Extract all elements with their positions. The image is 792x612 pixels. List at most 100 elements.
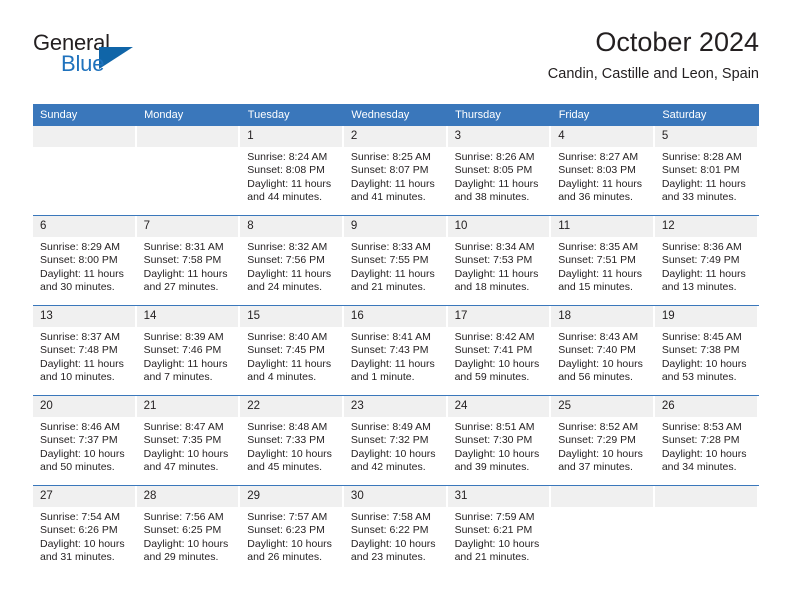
sunset-text: Sunset: 6:23 PM <box>247 524 325 537</box>
calendar-day-cell[interactable]: 14 Sunrise: 8:39 AM Sunset: 7:46 PM Dayligh… <box>136 305 241 396</box>
calendar-day-cell[interactable]: 13 Sunrise: 8:37 AM Sunset: 7:48 PM Dayligh… <box>33 305 137 396</box>
sunrise-text: Sunrise: 8:24 AM <box>247 151 328 163</box>
daylight-text-line1: Daylight: 11 hours <box>558 177 643 190</box>
daylight-text-line2: and 15 minutes. <box>558 281 633 294</box>
day-number <box>136 126 239 147</box>
calendar-day-cell[interactable]: 27 Sunrise: 7:54 AM Sunset: 6:26 PM Dayligh… <box>33 485 137 575</box>
sunset-text: Sunset: 8:05 PM <box>454 164 533 177</box>
day-number: 1 <box>240 126 342 147</box>
sunrise-text: Sunrise: 8:35 AM <box>558 241 639 253</box>
day-details: Sunrise: 8:49 AM Sunset: 7:32 PM Daylight:… <box>344 417 448 475</box>
calendar-day-cell[interactable]: 8 Sunrise: 8:32 AM Sunset: 7:56 PM Daylight… <box>240 215 344 306</box>
sunrise-text: Sunrise: 8:52 AM <box>558 421 639 433</box>
sunrise-text: Sunrise: 8:49 AM <box>350 421 431 433</box>
calendar-day-cell[interactable]: 4 Sunrise: 8:27 AM Sunset: 8:03 PM Daylight… <box>551 126 655 216</box>
calendar-day-cell[interactable]: 21 Sunrise: 8:47 AM Sunset: 7:35 PM Dayligh… <box>136 395 241 486</box>
day-details: Sunrise: 8:40 AM Sunset: 7:45 PM Daylight:… <box>240 327 344 385</box>
calendar-day-cell[interactable]: 6 Sunrise: 8:29 AM Sunset: 8:00 PM Daylight… <box>33 215 137 306</box>
calendar-day-cell[interactable]: 26 Sunrise: 8:53 AM Sunset: 7:28 PM Dayligh… <box>654 395 759 486</box>
daylight-text-line2: and 41 minutes. <box>350 191 426 204</box>
daylight-text-line2: and 26 minutes. <box>247 551 322 564</box>
calendar-day-cell[interactable]: 2 Sunrise: 8:25 AM Sunset: 8:07 PM Daylight… <box>343 126 448 216</box>
daylight-text-line2: and 53 minutes. <box>661 371 737 384</box>
daylight-text-line1: Daylight: 11 hours <box>40 267 124 280</box>
calendar-day-cell[interactable]: 10 Sunrise: 8:34 AM Sunset: 7:53 PM Dayligh… <box>447 215 552 306</box>
day-number: 6 <box>33 216 135 237</box>
day-number: 28 <box>136 486 239 507</box>
sunrise-text: Sunrise: 8:26 AM <box>454 151 535 163</box>
calendar-day-cell[interactable]: 31 Sunrise: 7:59 AM Sunset: 6:21 PM Dayligh… <box>447 485 552 575</box>
calendar-day-cell[interactable]: 5 Sunrise: 8:28 AM Sunset: 8:01 PM Daylight… <box>654 126 759 216</box>
daylight-text-line1: Daylight: 11 hours <box>661 267 746 280</box>
calendar-day-cell[interactable]: 16 Sunrise: 8:41 AM Sunset: 7:43 PM Dayligh… <box>343 305 448 396</box>
daylight-text-line2: and 39 minutes. <box>454 461 530 474</box>
sunrise-text: Sunrise: 8:48 AM <box>247 421 328 433</box>
day-details: Sunrise: 8:45 AM Sunset: 7:38 PM Daylight:… <box>655 327 759 385</box>
day-details: Sunrise: 8:47 AM Sunset: 7:35 PM Daylight:… <box>137 417 241 475</box>
calendar-day-cell-empty <box>33 126 137 216</box>
sunrise-text: Sunrise: 8:46 AM <box>40 421 120 433</box>
calendar-day-cell[interactable]: 19 Sunrise: 8:45 AM Sunset: 7:38 PM Dayligh… <box>654 305 759 396</box>
sunrise-text: Sunrise: 8:32 AM <box>247 241 328 253</box>
calendar-week-row: 13 Sunrise: 8:37 AM Sunset: 7:48 PM Dayligh… <box>33 305 759 396</box>
day-details: Sunrise: 7:59 AM Sunset: 6:21 PM Daylight:… <box>448 507 552 565</box>
day-details: Sunrise: 8:25 AM Sunset: 8:07 PM Daylight:… <box>344 147 448 205</box>
calendar-day-cell[interactable]: 30 Sunrise: 7:58 AM Sunset: 6:22 PM Dayligh… <box>343 485 448 575</box>
sunrise-text: Sunrise: 8:36 AM <box>661 241 742 253</box>
sunrise-text: Sunrise: 8:27 AM <box>558 151 639 163</box>
daylight-text-line1: Daylight: 11 hours <box>350 357 435 370</box>
daylight-text-line2: and 47 minutes. <box>143 461 219 474</box>
calendar-day-cell[interactable]: 7 Sunrise: 8:31 AM Sunset: 7:58 PM Daylight… <box>136 215 241 306</box>
calendar-day-cell[interactable]: 18 Sunrise: 8:43 AM Sunset: 7:40 PM Dayligh… <box>551 305 655 396</box>
daylight-text-line2: and 33 minutes. <box>661 191 737 204</box>
day-details: Sunrise: 7:58 AM Sunset: 6:22 PM Daylight:… <box>344 507 448 565</box>
day-number: 7 <box>136 216 239 237</box>
calendar-day-cell[interactable]: 1 Sunrise: 8:24 AM Sunset: 8:08 PM Daylight… <box>240 126 344 216</box>
calendar-body: 1 Sunrise: 8:24 AM Sunset: 8:08 PM Daylight… <box>33 126 759 575</box>
daylight-text-line1: Daylight: 10 hours <box>454 447 540 460</box>
daylight-text-line2: and 38 minutes. <box>454 191 530 204</box>
daylight-text-line1: Daylight: 10 hours <box>247 447 332 460</box>
day-details: Sunrise: 8:48 AM Sunset: 7:33 PM Daylight:… <box>240 417 344 475</box>
sunrise-text: Sunrise: 8:40 AM <box>247 331 328 343</box>
weekday-header-monday: Monday <box>136 104 241 126</box>
calendar-day-cell[interactable]: 11 Sunrise: 8:35 AM Sunset: 7:51 PM Dayligh… <box>551 215 655 306</box>
daylight-text-line1: Daylight: 10 hours <box>454 537 540 550</box>
calendar-day-cell[interactable]: 23 Sunrise: 8:49 AM Sunset: 7:32 PM Dayligh… <box>343 395 448 486</box>
calendar-day-cell[interactable]: 22 Sunrise: 8:48 AM Sunset: 7:33 PM Dayligh… <box>240 395 344 486</box>
calendar-day-cell[interactable]: 9 Sunrise: 8:33 AM Sunset: 7:55 PM Daylight… <box>343 215 448 306</box>
calendar-day-cell[interactable]: 20 Sunrise: 8:46 AM Sunset: 7:37 PM Dayligh… <box>33 395 137 486</box>
calendar-day-cell[interactable]: 3 Sunrise: 8:26 AM Sunset: 8:05 PM Daylight… <box>447 126 552 216</box>
calendar-week-row: 1 Sunrise: 8:24 AM Sunset: 8:08 PM Daylight… <box>33 126 759 216</box>
day-number: 30 <box>343 486 446 507</box>
calendar-day-cell[interactable]: 29 Sunrise: 7:57 AM Sunset: 6:23 PM Dayligh… <box>240 485 344 575</box>
day-details: Sunrise: 7:54 AM Sunset: 6:26 PM Daylight:… <box>33 507 137 565</box>
day-details: Sunrise: 8:51 AM Sunset: 7:30 PM Daylight:… <box>448 417 552 475</box>
daylight-text-line2: and 45 minutes. <box>247 461 322 474</box>
day-number <box>551 486 653 507</box>
calendar-day-cell[interactable]: 15 Sunrise: 8:40 AM Sunset: 7:45 PM Dayligh… <box>240 305 344 396</box>
day-number: 9 <box>343 216 446 237</box>
daylight-text-line1: Daylight: 10 hours <box>247 537 332 550</box>
calendar-day-cell[interactable]: 12 Sunrise: 8:36 AM Sunset: 7:49 PM Dayligh… <box>654 215 759 306</box>
day-number <box>33 126 135 147</box>
calendar-day-cell[interactable]: 24 Sunrise: 8:51 AM Sunset: 7:30 PM Dayligh… <box>447 395 552 486</box>
calendar-day-cell[interactable]: 25 Sunrise: 8:52 AM Sunset: 7:29 PM Dayligh… <box>551 395 655 486</box>
day-number: 21 <box>136 396 239 417</box>
calendar-day-cell[interactable]: 28 Sunrise: 7:56 AM Sunset: 6:25 PM Dayligh… <box>136 485 241 575</box>
general-blue-logo[interactable]: General Blue <box>33 30 153 76</box>
daylight-text-line1: Daylight: 11 hours <box>454 267 539 280</box>
daylight-text-line1: Daylight: 11 hours <box>558 267 643 280</box>
sunset-text: Sunset: 8:03 PM <box>558 164 636 177</box>
daylight-text-line1: Daylight: 11 hours <box>661 177 746 190</box>
sunrise-text: Sunrise: 7:56 AM <box>143 511 224 523</box>
day-details: Sunrise: 8:36 AM Sunset: 7:49 PM Daylight:… <box>655 237 759 295</box>
weekday-header-saturday: Saturday <box>654 104 759 126</box>
day-number: 12 <box>654 216 757 237</box>
calendar-day-cell[interactable]: 17 Sunrise: 8:42 AM Sunset: 7:41 PM Dayligh… <box>447 305 552 396</box>
sunrise-text: Sunrise: 8:34 AM <box>454 241 535 253</box>
sunset-text: Sunset: 7:56 PM <box>247 254 325 267</box>
sunset-text: Sunset: 6:22 PM <box>350 524 429 537</box>
sunset-text: Sunset: 8:01 PM <box>661 164 740 177</box>
day-details: Sunrise: 8:28 AM Sunset: 8:01 PM Daylight:… <box>655 147 759 205</box>
